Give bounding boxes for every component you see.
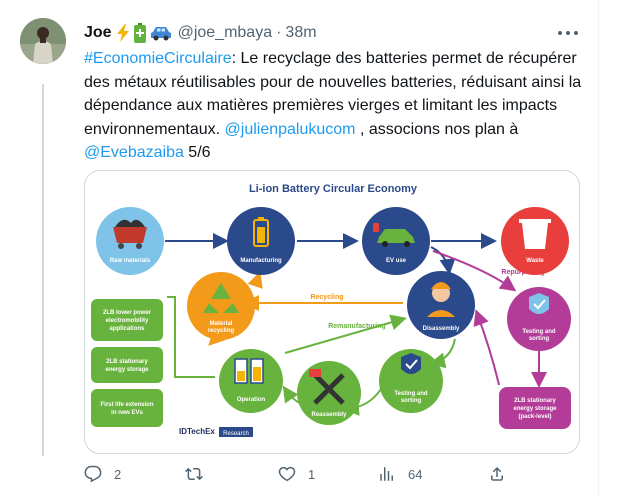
- application-text: electromobility: [106, 318, 149, 324]
- views-button[interactable]: 64: [378, 462, 422, 486]
- battery-icon: [133, 23, 146, 43]
- more-dot-icon: [574, 31, 578, 35]
- reply-count: 2: [114, 466, 122, 482]
- thread-line: [42, 84, 44, 456]
- mention-link[interactable]: @julienpalukucom: [225, 121, 356, 138]
- tweet-header: Joe @joe_mbaya · 38m: [84, 22, 317, 44]
- tweet-text: #EconomieCirculaire: Le recyclage des ba…: [84, 47, 584, 165]
- author-name[interactable]: Joe: [84, 24, 112, 42]
- retweet-icon: [185, 467, 203, 481]
- mention-link[interactable]: @Evebazaiba: [84, 144, 184, 161]
- more-dot-icon: [566, 31, 570, 35]
- car-icon: [150, 25, 172, 41]
- author-handle[interactable]: @joe_mbaya: [178, 24, 273, 42]
- label-testing-right-2: sorting: [529, 336, 550, 342]
- application-text: applications: [109, 326, 145, 332]
- label-recycling-node: recycling: [208, 328, 235, 334]
- analytics-icon: [380, 467, 393, 481]
- avatar[interactable]: [20, 18, 66, 64]
- heart-icon: [278, 466, 296, 482]
- shield-check-icon: [529, 293, 549, 314]
- arrow-disassembly-to-testing: [429, 338, 456, 369]
- label-material: Material: [210, 321, 233, 327]
- reply-button[interactable]: 2: [84, 462, 121, 486]
- label-disassembly: Disassembly: [423, 326, 460, 332]
- label-testing-right-1: Testing and: [522, 329, 556, 335]
- more-dot-icon: [558, 31, 562, 35]
- label-recycling: Recycling: [310, 294, 343, 301]
- application-text: 2LB lower power: [103, 310, 152, 316]
- attached-image[interactable]: Li-ion Battery Circular Economy Recyclin…: [84, 170, 580, 454]
- label-testing-bottom-2: sorting: [401, 398, 422, 404]
- avatar-photo: [20, 18, 66, 64]
- application-text: energy storage: [105, 367, 149, 373]
- circular-economy-infographic: Li-ion Battery Circular Economy Recyclin…: [91, 183, 571, 437]
- label-stationary-pack-3: (pack-level): [518, 414, 551, 420]
- application-box-stationary: [91, 347, 163, 383]
- brand-sub: Research: [223, 431, 249, 437]
- timeline-border: [598, 0, 599, 498]
- share-button[interactable]: [488, 462, 506, 486]
- reply-icon: [84, 465, 102, 483]
- application-box-life-extension: [91, 389, 163, 427]
- label-raw-materials: Raw materials: [110, 258, 151, 264]
- brand-logo: IDTechEx: [179, 427, 215, 436]
- label-operation: Operation: [237, 397, 266, 403]
- application-text: in new EVs: [111, 410, 143, 416]
- bin-icon: [522, 223, 548, 249]
- lightning-icon: [116, 24, 130, 42]
- separator-dot: ·: [276, 24, 282, 41]
- tweet-actions: 2 1 64: [84, 462, 514, 486]
- application-text: First life extension: [100, 402, 153, 408]
- tweet-thread-count: 5/6: [183, 144, 211, 161]
- minecart-icon: [113, 227, 147, 243]
- label-reassembly: Reassembly: [311, 412, 347, 418]
- hashtag-link[interactable]: #EconomieCirculaire: [84, 50, 232, 67]
- label-stationary-pack-1: 2LB stationary: [514, 398, 556, 404]
- infographic-title: Li-ion Battery Circular Economy: [249, 183, 418, 195]
- tweet-body-middle: , associons nos plan à: [355, 120, 519, 138]
- view-count: 64: [408, 466, 423, 482]
- label-remanufacturing: Remanufacturing: [328, 323, 386, 330]
- label-stationary-pack-2: energy storage: [513, 406, 557, 412]
- shield-check-icon: [401, 353, 421, 374]
- more-options-button[interactable]: [554, 24, 582, 42]
- application-text: 2LB stationary: [106, 359, 148, 365]
- share-icon: [491, 466, 503, 481]
- timestamp[interactable]: 38m: [285, 24, 316, 42]
- label-testing-bottom-1: Testing and: [394, 391, 428, 397]
- like-count: 1: [308, 466, 316, 482]
- like-button[interactable]: 1: [278, 462, 315, 486]
- label-manufacturing: Manufacturing: [240, 258, 282, 264]
- arrow-stationary-to-disassembly: [473, 309, 500, 386]
- label-ev-use: EV use: [386, 258, 407, 264]
- label-waste: Waste: [526, 258, 544, 264]
- arrow-recycling-to-manufacturing: [247, 271, 263, 289]
- retweet-button[interactable]: [184, 462, 216, 486]
